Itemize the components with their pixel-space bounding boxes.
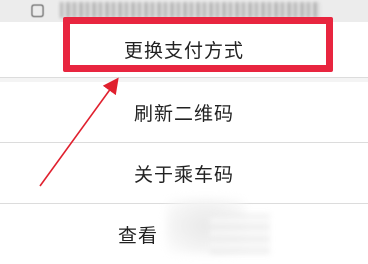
annotation-arrow bbox=[39, 77, 119, 187]
arrow-line bbox=[39, 77, 119, 187]
